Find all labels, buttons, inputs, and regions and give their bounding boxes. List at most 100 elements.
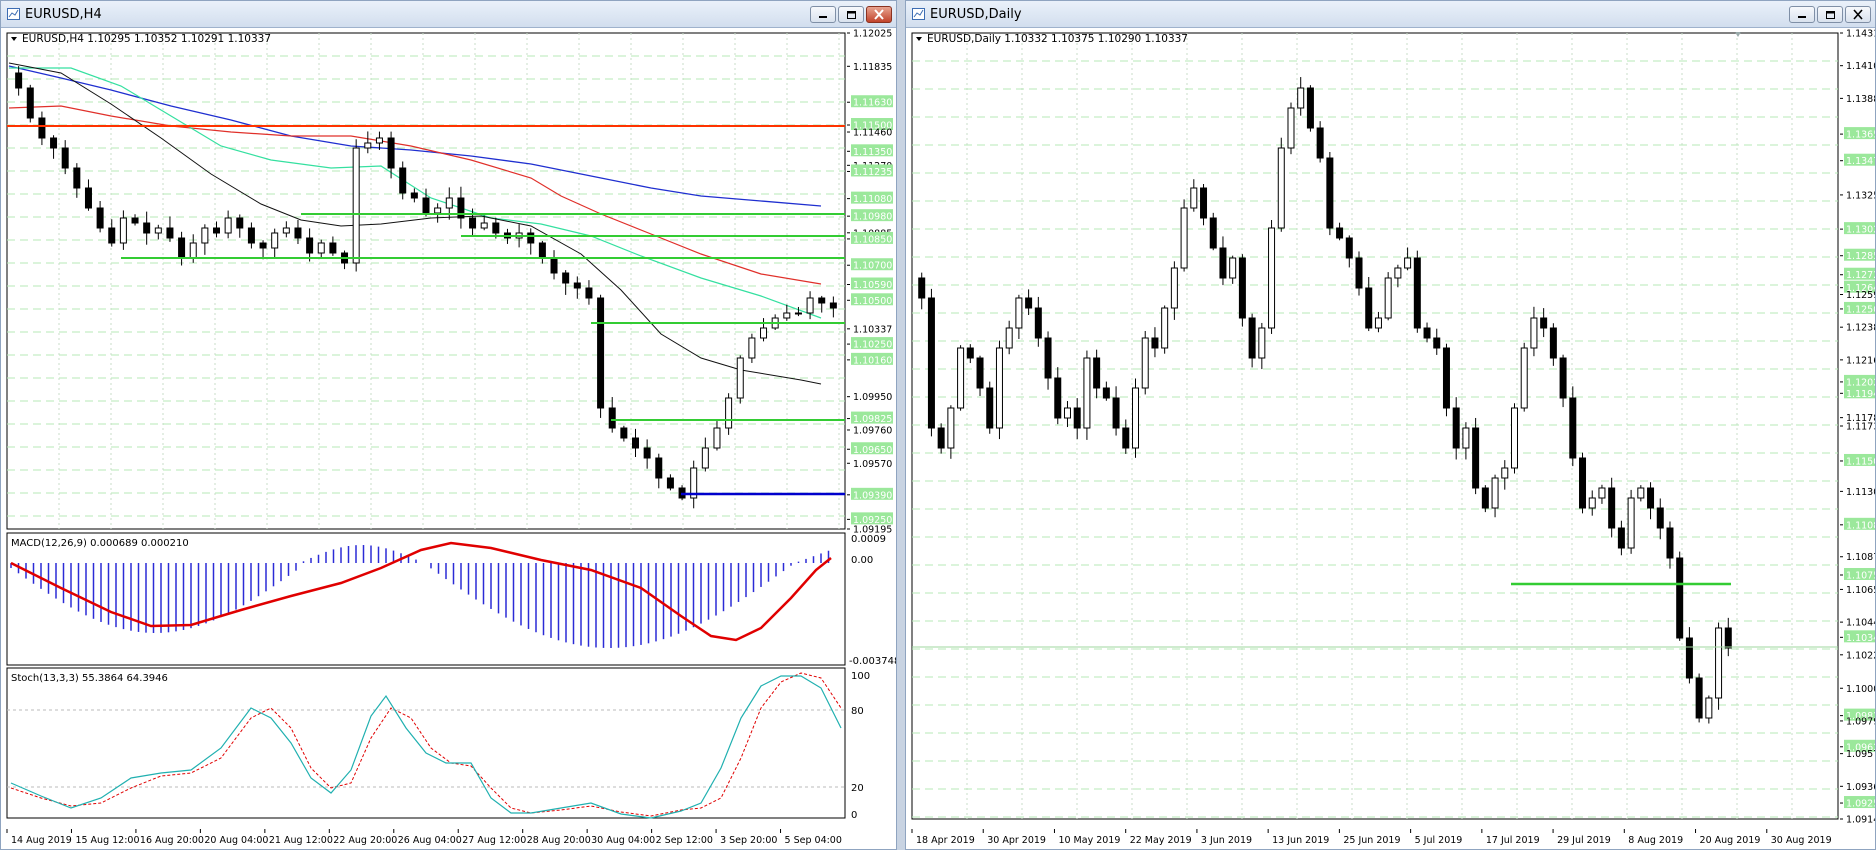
- stoch-header: Stoch(13,3,3) 55.3864 64.3946: [11, 673, 168, 684]
- candle-bear: [550, 257, 558, 274]
- candle-bull: [725, 397, 733, 429]
- price-label: 1.11730: [1846, 422, 1875, 433]
- time-label: 20 Aug 2019: [1700, 835, 1761, 846]
- candle-bull: [1588, 497, 1596, 509]
- time-label: 21 Aug 12:00: [269, 835, 333, 846]
- close-button[interactable]: [866, 6, 892, 23]
- minimize-button[interactable]: [1789, 6, 1815, 23]
- window-title: EURUSD,Daily: [930, 7, 1022, 22]
- time-label: 3 Sep 20:00: [720, 835, 777, 846]
- candle-bull: [957, 347, 965, 409]
- candle-bear: [469, 217, 477, 229]
- daily-chart-area[interactable]: EURUSD,Daily 1.10332 1.10375 1.10290 1.1…: [906, 28, 1875, 849]
- price-label: 1.12725: [1846, 270, 1875, 281]
- candle-bear: [1034, 307, 1042, 339]
- time-label: 8 Aug 2019: [1628, 835, 1683, 846]
- price-label: 1.11235: [853, 167, 892, 178]
- candle-bull: [1190, 187, 1198, 209]
- chart-window-daily[interactable]: EURUSD,Daily EURUSD,Daily 1.10332 1.1037…: [905, 0, 1876, 850]
- candle-bear: [1608, 487, 1616, 529]
- price-label: 1.13650: [1846, 130, 1875, 141]
- time-label: 18 Apr 2019: [916, 835, 975, 846]
- price-label: 1.09570: [853, 459, 892, 470]
- candle-bear: [1025, 297, 1033, 309]
- time-label: 17 Jul 2019: [1486, 835, 1540, 846]
- candle-bear: [608, 407, 616, 429]
- time-label: 3 Jun 2019: [1201, 835, 1252, 846]
- candle-bear: [1442, 347, 1450, 409]
- price-label: 1.09790: [1846, 716, 1875, 727]
- candle-bear: [1647, 487, 1655, 509]
- candle-bear: [1656, 507, 1664, 529]
- price-label: 1.12850: [1846, 251, 1875, 262]
- candle-bear: [108, 227, 116, 244]
- time-label: 2 Sep 12:00: [656, 835, 713, 846]
- maximize-button[interactable]: [1817, 6, 1843, 23]
- candle-bear: [61, 147, 69, 169]
- daily-price-scale[interactable]: 1.14315 1.14100 1.13885 1.13650 1.13475 1.132…: [1840, 29, 1875, 826]
- candle-bear: [573, 282, 581, 289]
- price-label: 1.09825: [853, 414, 892, 425]
- candle-bull: [1384, 277, 1392, 319]
- candle-bear: [927, 297, 935, 429]
- candle-bear: [143, 222, 151, 234]
- candle-bull: [1297, 87, 1305, 109]
- candle-bear: [294, 227, 302, 239]
- candle-bear: [1413, 257, 1421, 329]
- h4-chart-area[interactable]: EURUSD,H4 1.10295 1.10352 1.10291 1.1033…: [1, 28, 896, 849]
- stoch-pane[interactable]: [6, 667, 846, 819]
- candle-bull: [1268, 227, 1276, 329]
- time-label: 5 Sep 04:00: [785, 835, 842, 846]
- stoch-scale-20: 20: [851, 783, 864, 794]
- time-label: 30 Aug 2019: [1771, 835, 1832, 846]
- candle-bear: [1481, 487, 1489, 509]
- candle-bear: [1666, 527, 1674, 559]
- h4-price-pane[interactable]: [6, 32, 846, 530]
- candle-bull: [1394, 267, 1402, 279]
- price-label: 1.10337: [853, 324, 892, 335]
- close-button[interactable]: [1845, 6, 1871, 23]
- time-label: 25 Jun 2019: [1343, 835, 1400, 846]
- price-label: 1.12025: [853, 29, 892, 40]
- candle-bull: [1287, 107, 1295, 149]
- candle-bear: [1093, 357, 1101, 389]
- price-label: 1.13475: [1846, 156, 1875, 167]
- price-label: 1.10440: [1846, 618, 1875, 629]
- price-label: 1.11080: [853, 194, 892, 205]
- price-label: 1.13025: [1846, 225, 1875, 236]
- candle-bear: [986, 387, 994, 429]
- candle-bull: [760, 327, 768, 339]
- candle-bear: [1617, 527, 1625, 549]
- candle-bull: [1627, 497, 1635, 549]
- candle-bull: [1705, 697, 1713, 719]
- candle-bear: [1540, 317, 1548, 329]
- price-label: 1.09360: [1846, 782, 1875, 793]
- macd-scale-zero: 0.00: [851, 555, 873, 566]
- candle-bear: [1151, 337, 1159, 349]
- macd-pane[interactable]: [6, 532, 846, 666]
- candle-bull: [783, 312, 791, 319]
- candle-bear: [1724, 627, 1732, 649]
- window-titlebar[interactable]: EURUSD,H4: [1, 1, 896, 28]
- candle-bear: [1355, 257, 1363, 289]
- daily-time-scale[interactable]: 18 Apr 2019 30 Apr 2019 10 May 2019 22 May …: [911, 829, 1832, 846]
- h4-time-scale[interactable]: 14 Aug 2019 15 Aug 12:00 16 Aug 20:00 20 Au…: [6, 829, 842, 846]
- candle-bear: [492, 222, 500, 234]
- h4-price-scale[interactable]: 1.120251.118351.116301.115001.114601.113…: [847, 29, 893, 536]
- window-title: EURUSD,H4: [25, 7, 102, 22]
- candle-bear: [585, 287, 593, 299]
- price-label: 1.12380: [1846, 323, 1875, 334]
- maximize-button[interactable]: [838, 6, 864, 23]
- chart-window-h4[interactable]: EURUSD,H4 EURUSD,H4 1.10295 1.10352 1.10…: [0, 0, 897, 850]
- h4-chart-header: EURUSD,H4 1.10295 1.10352 1.10291 1.1033…: [22, 33, 271, 45]
- candle-bear: [1306, 87, 1314, 129]
- time-label: 16 Aug 20:00: [140, 835, 204, 846]
- window-titlebar[interactable]: EURUSD,Daily: [906, 1, 1875, 28]
- candle-bear: [829, 302, 837, 309]
- candle-bull: [154, 227, 162, 234]
- stoch-scale-80: 80: [851, 706, 864, 717]
- candle-bear: [1569, 397, 1577, 459]
- minimize-button[interactable]: [810, 6, 836, 23]
- price-label: 1.13250: [1846, 190, 1875, 201]
- candle-bull: [375, 137, 383, 144]
